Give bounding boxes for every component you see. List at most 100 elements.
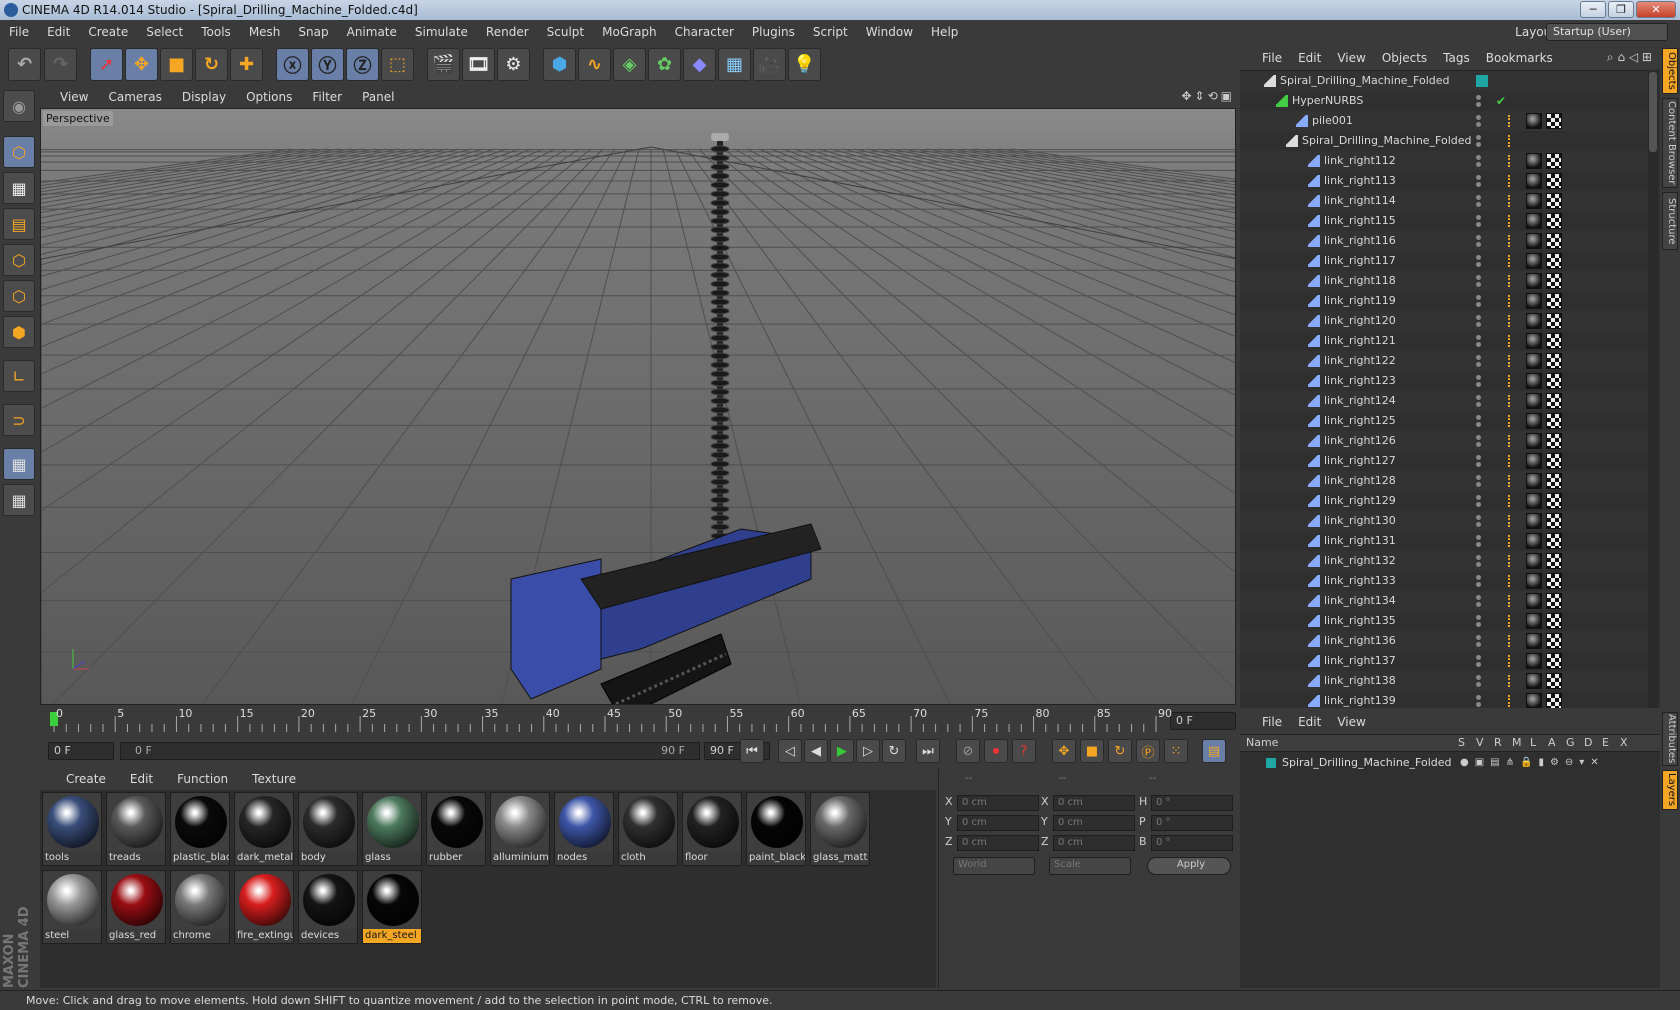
visibility-dots-icon[interactable] [1476,674,1490,688]
visibility-dots-icon[interactable] [1476,614,1490,628]
texture-mode-icon[interactable]: ▦ [3,172,35,204]
object-row-link[interactable]: link_right128 [1240,471,1650,491]
material-swatch[interactable]: alluminium [490,792,550,866]
close-button[interactable]: ✕ [1636,1,1676,18]
viewport-menu-panel[interactable]: Panel [352,90,404,104]
layer-row[interactable]: Spiral_Drilling_Machine_Folded ●▣▤⋔🔒▮⚙⊖▾… [1240,754,1660,772]
menu-mesh[interactable]: Mesh [240,21,290,43]
tab-objects[interactable]: Objects [1662,48,1678,94]
material-menu-texture[interactable]: Texture [240,772,308,786]
phong-tag-icon[interactable] [1508,335,1516,347]
uvw-tag-icon[interactable] [1546,433,1562,449]
object-row-link[interactable]: link_right126 [1240,431,1650,451]
object-row-link[interactable]: link_right130 [1240,511,1650,531]
object-row-link[interactable]: link_right137 [1240,651,1650,671]
visibility-dots-icon[interactable] [1476,654,1490,668]
material-swatch[interactable]: glass_matt [810,792,870,866]
phong-tag-icon[interactable] [1508,615,1516,627]
key-rotation-icon[interactable]: ↻ [1108,739,1132,763]
uvw-tag-icon[interactable] [1546,253,1562,269]
material-tag-icon[interactable] [1526,473,1542,489]
uvw-tag-icon[interactable] [1546,273,1562,289]
object-row-link[interactable]: link_right129 [1240,491,1650,511]
visibility-dots-icon[interactable] [1476,514,1490,528]
rotate-icon[interactable]: ↻ [195,48,228,81]
goto-start-icon[interactable]: ⏮ [740,739,764,763]
visibility-dots-icon[interactable] [1476,114,1490,128]
phong-tag-icon[interactable] [1508,295,1516,307]
object-menu-edit[interactable]: Edit [1290,51,1329,65]
visibility-dots-icon[interactable] [1476,174,1490,188]
object-row-link[interactable]: link_right115 [1240,211,1650,231]
play-icon[interactable]: ▶ [830,739,854,763]
menu-animate[interactable]: Animate [338,21,406,43]
uvw-tag-icon[interactable] [1546,233,1562,249]
uvw-tag-icon[interactable] [1546,193,1562,209]
menu-create[interactable]: Create [79,21,137,43]
prev-key-icon[interactable]: ◁ [778,739,802,763]
next-frame-icon[interactable]: ▷ [856,739,880,763]
phong-tag-icon[interactable] [1508,535,1516,547]
menu-select[interactable]: Select [137,21,192,43]
menu-mograph[interactable]: MoGraph [593,21,666,43]
start-frame-field[interactable]: 0 F [48,742,114,760]
phong-tag-icon[interactable] [1508,155,1516,167]
deformer-icon[interactable]: ◆ [683,48,716,81]
visibility-dots-icon[interactable] [1476,354,1490,368]
workplane-icon[interactable]: ▤ [3,208,35,240]
visibility-dots-icon[interactable] [1476,214,1490,228]
visibility-dots-icon[interactable] [1476,434,1490,448]
cube-icon[interactable]: ⬢ [543,48,576,81]
viewport-menu-filter[interactable]: Filter [302,90,352,104]
material-tag-icon[interactable] [1526,173,1542,189]
material-tag-icon[interactable] [1526,373,1542,389]
size-mode-select[interactable]: Scale [1049,857,1131,875]
frame-range-slider[interactable]: 0 F 90 F [120,742,700,760]
object-list-scrollbar[interactable] [1648,70,1658,708]
uvw-tag-icon[interactable] [1546,673,1562,689]
phong-tag-icon[interactable] [1508,555,1516,567]
uvw-tag-icon[interactable] [1546,493,1562,509]
object-row[interactable]: Spiral_Drilling_Machine_Folded [1240,131,1650,151]
enabled-check-icon[interactable]: ✔ [1496,91,1506,111]
visibility-dots-icon[interactable] [1476,634,1490,648]
object-list-scroll-thumb[interactable] [1649,72,1657,152]
visibility-dots-icon[interactable] [1476,534,1490,548]
uvw-tag-icon[interactable] [1546,173,1562,189]
uvw-tag-icon[interactable] [1546,373,1562,389]
layer-col-flag[interactable]: S [1458,735,1465,751]
phong-tag-icon[interactable] [1508,435,1516,447]
object-row[interactable]: HyperNURBS ✔ [1240,91,1650,111]
size-x-field[interactable]: 0 cm [1053,795,1135,811]
uvw-tag-icon[interactable] [1546,653,1562,669]
visibility-dots-icon[interactable] [1476,474,1490,488]
material-tag-icon[interactable] [1526,633,1542,649]
uvw-tag-icon[interactable] [1546,293,1562,309]
object-row-link[interactable]: link_right127 [1240,451,1650,471]
object-row-link[interactable]: link_right125 [1240,411,1650,431]
visibility-dots-icon[interactable] [1476,294,1490,308]
light-icon[interactable]: 💡 [788,48,821,81]
layer-col-flag[interactable]: E [1602,735,1609,751]
phong-tag-icon[interactable] [1508,655,1516,667]
object-menu-view[interactable]: View [1329,51,1373,65]
menu-edit[interactable]: Edit [38,21,79,43]
zoom-view-icon[interactable]: ⇕ [1195,89,1205,103]
minimize-button[interactable]: ─ [1580,1,1606,18]
orbit-view-icon[interactable]: ⟲ [1208,89,1218,103]
layer-col-flag[interactable]: V [1476,735,1484,751]
uvw-tag-icon[interactable] [1546,113,1562,129]
visibility-dots-icon[interactable] [1476,374,1490,388]
rotation-p-field[interactable]: 0 ° [1151,815,1233,831]
material-swatch[interactable]: rubber [426,792,486,866]
material-tag-icon[interactable] [1526,153,1542,169]
uvw-tag-icon[interactable] [1546,553,1562,569]
phong-tag-icon[interactable] [1508,415,1516,427]
z-axis-icon[interactable]: Ⓩ [346,48,379,81]
layer-col-flag[interactable]: M [1512,735,1522,751]
phong-tag-icon[interactable] [1508,675,1516,687]
coord-system-select[interactable]: World [953,857,1035,875]
uvw-tag-icon[interactable] [1546,153,1562,169]
goto-end-icon[interactable]: ⏭ [916,739,940,763]
layer-col-flag[interactable]: D [1584,735,1592,751]
